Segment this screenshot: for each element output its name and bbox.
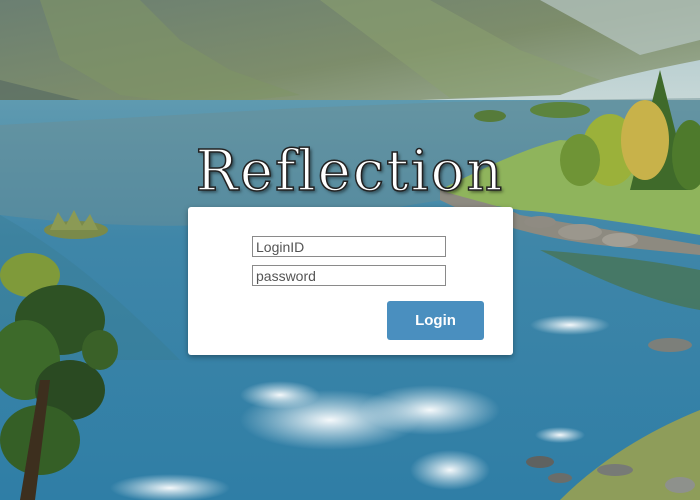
login-id-input[interactable] <box>252 236 446 257</box>
login-card: Login <box>188 207 513 355</box>
login-screen: Reflection Login <box>0 0 700 500</box>
password-input[interactable] <box>252 265 446 286</box>
app-title: Reflection <box>195 139 505 205</box>
login-button[interactable]: Login <box>387 301 484 340</box>
